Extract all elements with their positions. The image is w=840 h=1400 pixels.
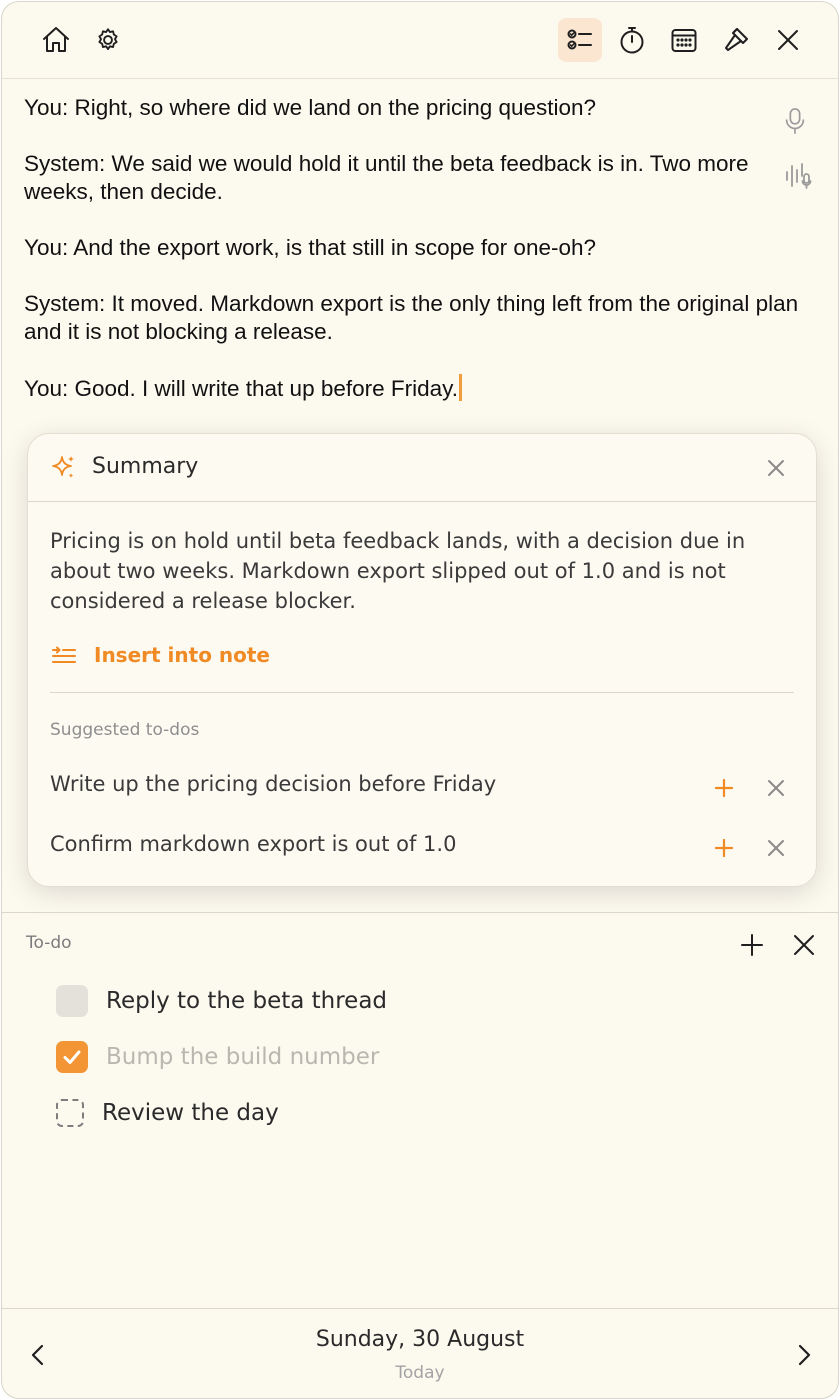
divider — [50, 692, 794, 693]
close-icon — [768, 780, 784, 796]
todo-heading: To-do — [26, 933, 72, 953]
gear-icon — [98, 28, 118, 51]
close-todo-panel-button[interactable] — [790, 931, 818, 959]
add-suggestion-button[interactable] — [712, 776, 736, 800]
settings-button[interactable] — [86, 18, 130, 62]
todo-panel: To-do Reply to the beta thread Bump the … — [2, 912, 838, 1308]
dismiss-suggestion-button[interactable] — [764, 776, 788, 800]
todo-label[interactable]: Review the day — [102, 1100, 279, 1126]
close-icon — [794, 935, 814, 955]
insert-into-note-label: Insert into note — [94, 643, 270, 667]
sparkle-icon — [52, 456, 74, 478]
chevron-right-icon — [798, 1344, 811, 1366]
todo-label[interactable]: Bump the build number — [106, 1044, 379, 1070]
todo-label[interactable]: Reply to the beta thread — [106, 988, 387, 1014]
close-icon — [768, 840, 784, 856]
home-button[interactable] — [34, 18, 78, 62]
transcript-line: System: It moved. Markdown export is the… — [24, 291, 799, 344]
todo-item: Review the day — [56, 1095, 279, 1131]
current-date[interactable]: Sunday, 30 August — [2, 1327, 838, 1352]
microphone-icon — [785, 108, 805, 134]
hammer-icon — [725, 28, 748, 51]
plus-icon — [741, 934, 763, 956]
voice-mode-button[interactable] — [784, 160, 814, 195]
transcript-line: You: Right, so where did we land on the … — [24, 95, 597, 120]
suggested-todo-item: Confirm markdown export is out of 1.0 — [50, 826, 796, 866]
date-footer: Sunday, 30 August Today — [2, 1308, 838, 1398]
summary-header: Summary — [28, 434, 816, 502]
timer-button[interactable] — [610, 18, 654, 62]
plus-icon — [714, 778, 734, 798]
todo-checkbox[interactable] — [56, 1041, 88, 1073]
stopwatch-icon — [620, 27, 644, 54]
suggested-todos-heading: Suggested to-dos — [50, 720, 200, 740]
checkmark-icon — [63, 1050, 81, 1064]
transcript-line: System: We said we would hold it until t… — [24, 151, 749, 204]
transcript-editor[interactable]: You: Right, so where did we land on the … — [24, 94, 804, 431]
todo-checkbox[interactable] — [56, 1099, 84, 1127]
suggested-todo-text: Write up the pricing decision before Fri… — [50, 772, 497, 796]
app-window: You: Right, so where did we land on the … — [1, 1, 839, 1399]
next-day-button[interactable] — [790, 1341, 818, 1369]
summary-title: Summary — [92, 454, 199, 479]
calendar-icon — [671, 29, 697, 52]
insert-lines-icon — [52, 646, 76, 663]
add-todo-button[interactable] — [738, 931, 766, 959]
summary-body: Pricing is on hold until beta feedback l… — [50, 529, 746, 613]
suggested-todo-text: Confirm markdown export is out of 1.0 — [50, 832, 457, 856]
close-icon — [768, 460, 784, 476]
voice-waveform-icon — [786, 163, 812, 189]
dictate-button[interactable] — [782, 106, 808, 141]
todo-item: Reply to the beta thread — [56, 983, 387, 1019]
close-icon — [778, 30, 798, 50]
checklist-button[interactable] — [558, 18, 602, 62]
insert-into-note-button[interactable]: Insert into note — [50, 639, 270, 671]
dismiss-suggestion-button[interactable] — [764, 836, 788, 860]
home-icon — [43, 27, 69, 52]
today-label: Today — [395, 1363, 445, 1383]
plus-icon — [714, 838, 734, 858]
todo-item: Bump the build number — [56, 1039, 379, 1075]
transcript-line-last: You: Good. I will write that up before F… — [24, 374, 804, 403]
add-suggestion-button[interactable] — [712, 836, 736, 860]
text-caret — [458, 374, 462, 401]
checklist-icon — [567, 29, 592, 50]
calendar-button[interactable] — [662, 18, 706, 62]
suggested-todo-item: Write up the pricing decision before Fri… — [50, 766, 796, 806]
summary-card: Summary Pricing is on hold until beta fe… — [27, 433, 817, 887]
toolbar — [2, 2, 838, 79]
close-window-button[interactable] — [766, 18, 810, 62]
tools-button[interactable] — [714, 18, 758, 62]
transcript-line: You: And the export work, is that still … — [24, 235, 597, 260]
summary-close-button[interactable] — [764, 456, 788, 480]
todo-checkbox[interactable] — [56, 985, 88, 1017]
transcript-line: You: Good. I will write that up before F… — [24, 376, 458, 401]
